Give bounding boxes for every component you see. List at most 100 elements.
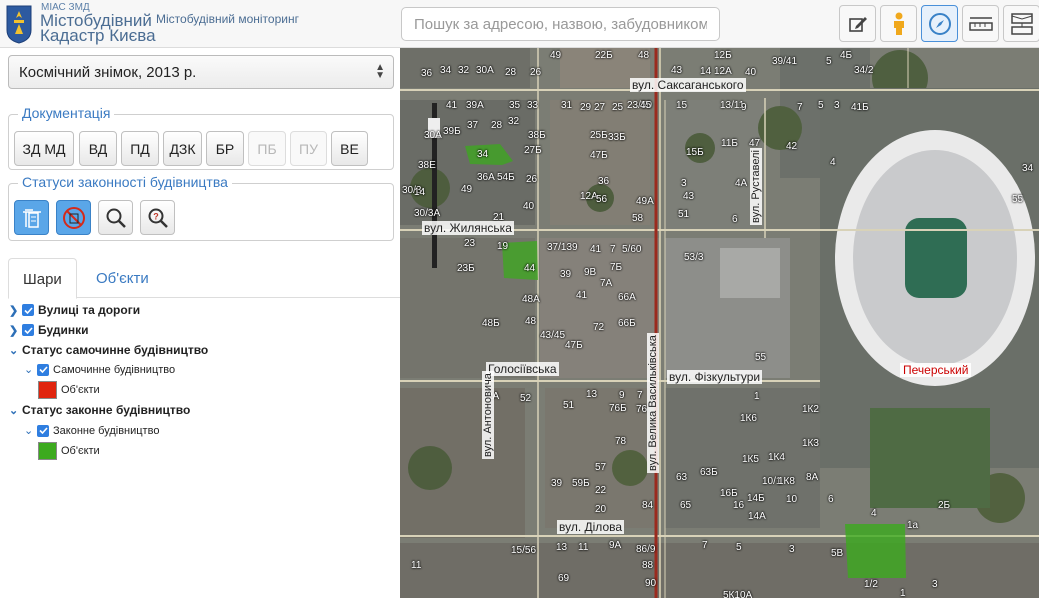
house-number-label: 14 <box>414 187 426 198</box>
legal-objects-label: Об'єкти <box>61 445 100 457</box>
house-number-label: 5В <box>831 548 844 559</box>
checkbox-buildings[interactable] <box>22 324 34 336</box>
house-number-label: 33Б <box>608 132 626 143</box>
house-number-label: 9 <box>619 390 625 401</box>
house-number-label: 39 <box>551 478 563 489</box>
doc-button-dzk[interactable]: ДЗК <box>163 131 202 166</box>
layers-tool-icon <box>1010 12 1033 35</box>
top-bar: МІАС ЗМД Містобудівний Кадастр Києва Міс… <box>0 0 1039 48</box>
search-objects-button[interactable] <box>98 200 133 235</box>
house-number-label: 1К8 <box>778 476 795 487</box>
doc-button-pd[interactable]: ПД <box>121 131 159 166</box>
house-number-label: 36 <box>598 176 610 187</box>
tree-row-buildings[interactable]: ❯ Будинки <box>9 323 88 337</box>
house-number-label: 55 <box>1012 194 1024 205</box>
house-number-label: 72 <box>593 322 605 333</box>
chevron-right-icon[interactable]: ❯ <box>9 324 19 337</box>
illegal-objects-swatch <box>38 381 57 399</box>
house-number-label: 3 <box>932 579 938 590</box>
house-number-label: 1К2 <box>802 404 819 415</box>
tree-label-legal-item: Законне будівництво <box>53 424 160 437</box>
street-label-fizkultury: вул. Фізкультури <box>667 370 763 384</box>
house-number-label: 35 <box>509 100 521 111</box>
street-label-antonovycha: вул. Антоновича <box>482 371 494 459</box>
doc-button-vd[interactable]: ВД <box>79 131 117 166</box>
tree-label-streets: Вулиці та дороги <box>38 303 141 317</box>
documentation-legend: Документація <box>18 105 115 121</box>
street-label-rustaveli: вул. Руставелі <box>750 148 762 225</box>
house-number-label: 13 <box>556 542 568 553</box>
tab-layers[interactable]: Шари <box>8 258 77 299</box>
house-number-label: 29 <box>580 102 592 113</box>
tree-row-illegal-status[interactable]: ⌄ Статус самочинне будівництво <box>9 343 208 357</box>
house-number-label: 66А <box>618 292 636 303</box>
tree-label-legal-status: Статус законне будівництво <box>22 403 191 417</box>
house-number-label: 25Б <box>590 130 608 141</box>
tab-objects[interactable]: Об'єкти <box>82 258 163 298</box>
house-number-label: 7 <box>797 102 803 113</box>
house-number-label: 43 <box>683 191 695 202</box>
house-number-label: 52 <box>520 393 532 404</box>
house-number-label: 49 <box>461 184 473 195</box>
house-number-label: 42 <box>786 141 798 152</box>
compass-button[interactable] <box>921 5 958 42</box>
doc-button-ve[interactable]: ВЕ <box>331 131 368 166</box>
house-number-label: 51 <box>563 400 575 411</box>
tree-label-illegal-status: Статус самочинне будівництво <box>22 343 209 357</box>
doc-button-zd-md[interactable]: ЗД МД <box>14 131 74 166</box>
chevron-right-icon[interactable]: ❯ <box>9 304 19 317</box>
kyiv-emblem-icon <box>6 5 32 44</box>
house-number-label: 9 <box>741 102 747 113</box>
measure-button[interactable] <box>962 5 999 42</box>
house-number-label: 12А <box>714 66 732 77</box>
legal-construction-button[interactable] <box>14 200 49 235</box>
house-number-label: 40 <box>523 201 535 212</box>
house-number-label: 28 <box>491 120 503 131</box>
house-number-label: 37 <box>467 120 479 131</box>
checkbox-illegal[interactable] <box>37 363 49 376</box>
basemap-select[interactable]: Космічний знімок, 2013 р. ▲ ▼ <box>8 55 394 89</box>
satellite-map[interactable]: 36 34 32 30А 28 26 22Б 48 43 14 12А 40 1… <box>400 48 1039 598</box>
tree-row-legal-status[interactable]: ⌄ Статус законне будівництво <box>9 403 190 417</box>
house-number-label: 30/3А <box>414 208 441 219</box>
house-number-label: 88 <box>642 560 654 571</box>
house-number-label: 22 <box>595 485 607 496</box>
house-number-label: 1а <box>907 520 919 531</box>
area-tool-button[interactable] <box>1003 5 1039 42</box>
checkbox-streets[interactable] <box>22 304 34 316</box>
house-number-label: 47Б <box>565 340 583 351</box>
house-number-label: 48 <box>525 316 537 327</box>
house-number-label: 78 <box>615 436 627 447</box>
street-view-button[interactable] <box>880 5 917 42</box>
chevron-down-icon[interactable]: ⌄ <box>9 404 19 417</box>
tree-row-streets[interactable]: ❯ Вулиці та дороги <box>9 303 140 317</box>
house-number-label: 38Е <box>418 160 436 171</box>
house-number-label: 4 <box>830 157 836 168</box>
question-search-button[interactable]: ? <box>140 200 175 235</box>
documentation-group: Документація ЗД МД ВД ПД ДЗК БР ПБ ПУ ВЕ <box>8 105 394 170</box>
illegal-construction-button[interactable] <box>56 200 91 235</box>
chevron-down-icon[interactable]: ⌄ <box>9 344 19 357</box>
construction-status-group: Статуси законності будівництва ? <box>8 174 394 241</box>
house-number-label: 5 <box>826 56 832 67</box>
tree-row-illegal-item[interactable]: ⌄ Самочинне будівництво <box>24 363 175 376</box>
house-number-label: 34/2 <box>854 65 874 76</box>
chevron-down-icon[interactable]: ⌄ <box>24 424 34 437</box>
tree-row-legal-item[interactable]: ⌄ Законне будівництво <box>24 424 159 437</box>
edit-icon <box>848 16 867 32</box>
house-number-label: 13 <box>586 389 598 400</box>
street-label-zhylianska: вул. Жилянська <box>422 221 514 235</box>
checkbox-legal[interactable] <box>37 424 49 437</box>
house-number-label: 5 <box>818 100 824 111</box>
sidebar-tabs: Шари Об'єкти <box>8 258 400 299</box>
house-number-label: 66Б <box>618 318 636 329</box>
edit-button[interactable] <box>839 5 876 42</box>
house-number-label: 39Б <box>443 126 461 137</box>
house-number-label: 45 <box>640 100 652 111</box>
house-number-label: 1К4 <box>768 452 785 463</box>
doc-button-br[interactable]: БР <box>206 131 244 166</box>
house-number-label: 36А <box>477 172 495 183</box>
house-number-label: 4Б <box>840 50 853 61</box>
chevron-down-icon[interactable]: ⌄ <box>24 363 34 376</box>
search-input[interactable] <box>401 7 720 41</box>
